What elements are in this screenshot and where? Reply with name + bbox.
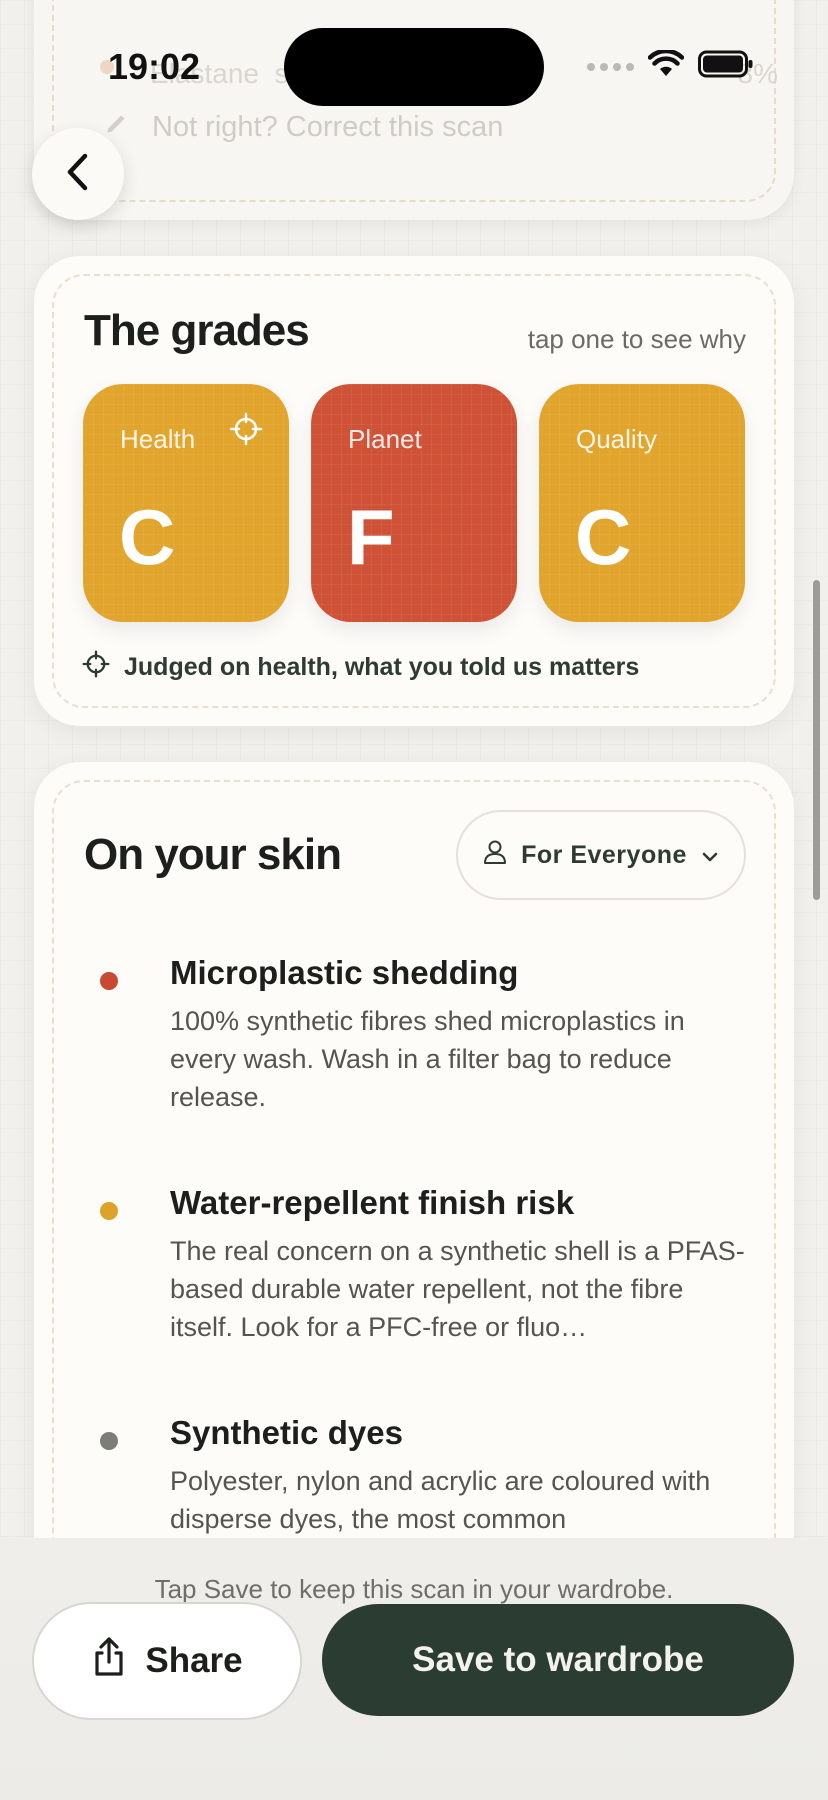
audience-label: For Everyone <box>521 840 687 869</box>
grade-label: Planet <box>348 424 422 454</box>
save-to-wardrobe-button[interactable]: Save to wardrobe <box>322 1604 794 1716</box>
judged-note-text: Judged on health, what you told us matte… <box>124 653 640 681</box>
person-icon <box>483 839 507 872</box>
grade-tile-quality[interactable]: Quality C <box>539 384 745 622</box>
severity-dot <box>100 972 118 990</box>
correct-scan-label: Not right? Correct this scan <box>152 110 504 143</box>
battery-icon <box>698 50 754 83</box>
scrollbar[interactable] <box>813 580 820 900</box>
grade-tile-planet[interactable]: Planet F <box>311 384 517 622</box>
crosshair-icon <box>229 412 263 451</box>
skin-item-title: Synthetic dyes <box>170 1414 403 1451</box>
skin-item-title: Water-repellent finish risk <box>170 1184 575 1221</box>
grades-card: The grades tap one to see why Health C P… <box>34 256 794 726</box>
judged-note: Judged on health, what you told us matte… <box>82 650 639 685</box>
skin-item-title: Microplastic shedding <box>170 954 519 991</box>
correct-scan-link[interactable]: Not right? Correct this scan <box>104 110 503 144</box>
grade-letter: C <box>575 493 632 581</box>
chevron-left-icon <box>63 152 93 197</box>
severity-dot <box>100 1202 118 1220</box>
grades-hint: tap one to see why <box>527 324 746 354</box>
skin-title: On your skin <box>84 830 342 879</box>
chevron-down-icon <box>701 841 719 870</box>
share-label: Share <box>145 1641 243 1680</box>
grade-tile-health[interactable]: Health C <box>83 384 289 622</box>
skin-item-body: The real concern on a synthetic shell is… <box>170 1236 745 1342</box>
grade-label: Quality <box>576 424 657 454</box>
grade-letter: C <box>119 493 176 581</box>
status-time: 19:02 <box>108 46 201 87</box>
skin-item-body: 100% synthetic fibres shed microplastics… <box>170 1006 685 1112</box>
grade-label: Health <box>120 424 196 454</box>
save-label: Save to wardrobe <box>412 1640 704 1679</box>
audience-dropdown[interactable]: For Everyone <box>456 810 746 900</box>
dynamic-island <box>284 28 544 106</box>
share-icon <box>91 1636 127 1687</box>
wifi-icon <box>647 48 685 83</box>
grade-letter: F <box>347 493 395 581</box>
crosshair-icon <box>82 650 110 685</box>
grades-title: The grades <box>84 306 310 355</box>
bottom-action-bar: Tap Save to keep this scan in your wardr… <box>0 1538 828 1800</box>
cellular-signal-icon <box>587 62 634 71</box>
status-icons <box>587 48 754 83</box>
back-button[interactable] <box>32 128 124 220</box>
severity-dot <box>100 1432 118 1450</box>
save-hint: Tap Save to keep this scan in your wardr… <box>154 1574 674 1604</box>
share-button[interactable]: Share <box>32 1602 302 1720</box>
skin-item-body: Polyester, nylon and acrylic are coloure… <box>170 1466 711 1534</box>
